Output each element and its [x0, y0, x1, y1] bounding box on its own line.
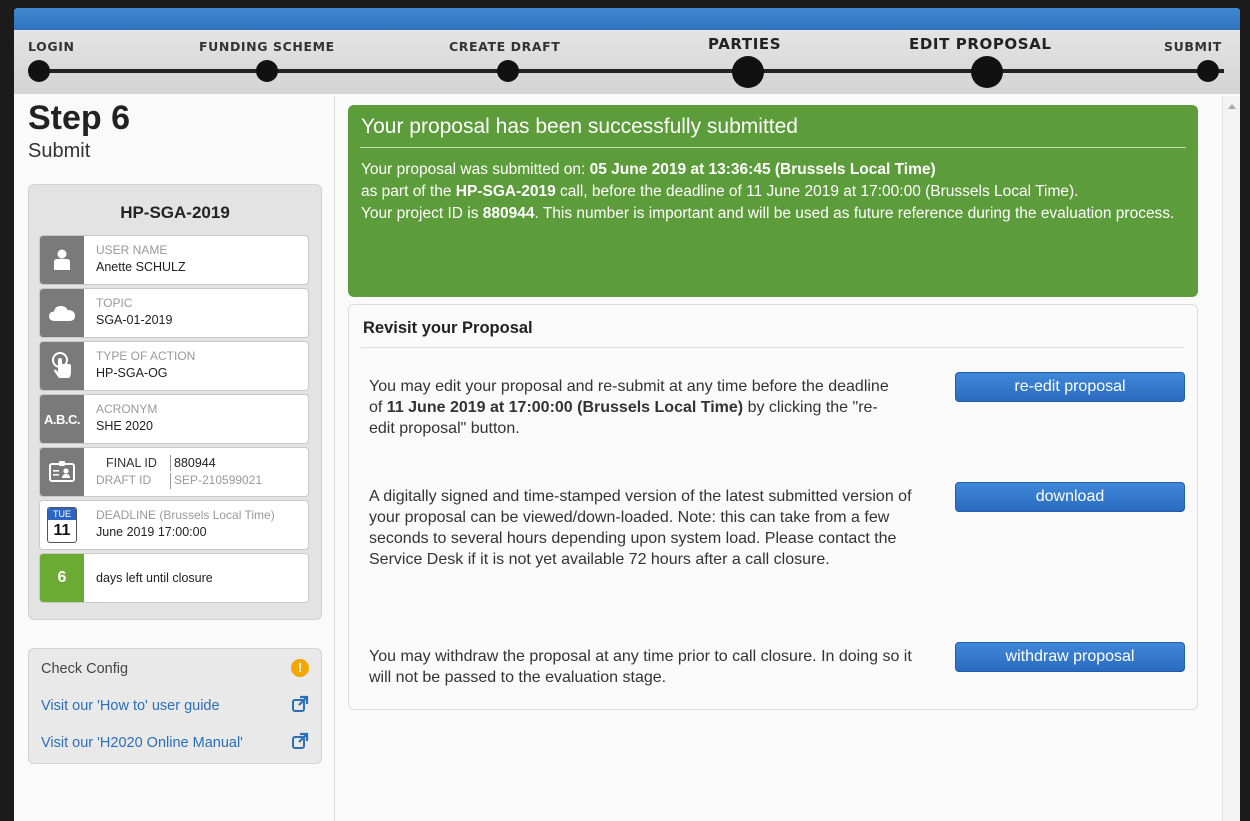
- call-id: HP-SGA-2019: [455, 183, 556, 200]
- success-title: Your proposal has been successfully subm…: [361, 115, 798, 138]
- step-marker: [28, 60, 50, 82]
- revisit-proposal-panel: Revisit your Proposal You may edit your …: [348, 304, 1198, 710]
- warning-icon[interactable]: !: [291, 659, 309, 677]
- withdraw-proposal-button[interactable]: withdraw proposal: [955, 642, 1185, 672]
- project-id-note: . This number is important and will be u…: [534, 205, 1175, 222]
- proposal-info-card: HP-SGA-2019 USER NAME Anette SCHULZ TOPI…: [28, 184, 322, 620]
- id-divider: [170, 473, 171, 489]
- topic-row: TOPIC SGA-01-2019: [39, 288, 309, 338]
- progress-stepper: LOGIN FUNDING SCHEME CREATE DRAFT PARTIE…: [14, 30, 1240, 94]
- calendar-icon: TUE 11: [40, 501, 84, 549]
- hand-pointer-icon: [40, 342, 84, 390]
- type-of-action-row: TYPE OF ACTION HP-SGA-OG: [39, 341, 309, 391]
- top-accent-bar: [14, 8, 1240, 30]
- step-label: EDIT PROPOSAL: [909, 35, 1052, 53]
- scroll-up-arrow-icon[interactable]: [1228, 104, 1236, 109]
- success-message: Your proposal was submitted on: 05 June …: [361, 159, 1186, 225]
- step-marker: [256, 60, 278, 82]
- type-of-action-label: TYPE OF ACTION: [96, 349, 196, 363]
- submitted-on-date: 05 June 2019 at 13:36:45 (Brussels Local…: [589, 161, 936, 178]
- left-panel: Step 6 Submit HP-SGA-2019 USER NAME Anet…: [28, 99, 324, 764]
- external-link-icon[interactable]: [291, 695, 309, 713]
- abc-icon: A.B.C.: [40, 395, 84, 443]
- step-marker: [497, 60, 519, 82]
- step-parties: PARTIES: [704, 30, 864, 94]
- re-edit-description: You may edit your proposal and re-submit…: [369, 376, 899, 439]
- acronym-row: A.B.C. ACRONYM SHE 2020: [39, 394, 309, 444]
- check-config-link[interactable]: Check Config: [41, 661, 128, 677]
- browser-viewport: LOGIN FUNDING SCHEME CREATE DRAFT PARTIE…: [14, 8, 1240, 821]
- step-edit-proposal: EDIT PROPOSAL: [909, 30, 1069, 94]
- deadline-value: June 2019 17:00:00: [96, 525, 207, 539]
- step-login: LOGIN: [28, 30, 188, 94]
- topic-value: SGA-01-2019: [96, 313, 173, 327]
- calendar-page: TUE 11: [47, 507, 77, 543]
- project-id: 880944: [482, 205, 535, 222]
- step-label: CREATE DRAFT: [449, 39, 561, 54]
- acronym-label: ACRONYM: [96, 402, 158, 416]
- final-id-label: FINAL ID: [106, 456, 157, 470]
- step-create-draft: CREATE DRAFT: [449, 30, 609, 94]
- column-divider: [334, 96, 335, 821]
- download-button[interactable]: download: [955, 482, 1185, 512]
- call-identifier: HP-SGA-2019: [120, 203, 230, 222]
- vertical-scrollbar[interactable]: [1222, 96, 1240, 821]
- user-name-row: USER NAME Anette SCHULZ: [39, 235, 309, 285]
- withdraw-description: You may withdraw the proposal at any tim…: [369, 648, 912, 686]
- call-text: as part of the: [361, 183, 456, 200]
- step-title: Step 6: [28, 99, 131, 137]
- draft-id-value: SEP-210599021: [174, 473, 263, 487]
- re-edit-proposal-button[interactable]: re-edit proposal: [955, 372, 1185, 402]
- abc-icon-text: A.B.C.: [44, 411, 81, 427]
- draft-id-label: DRAFT ID: [96, 473, 152, 487]
- step-label: SUBMIT: [1164, 39, 1222, 54]
- revisit-title: Revisit your Proposal: [363, 319, 533, 337]
- acronym-value: SHE 2020: [96, 419, 153, 433]
- calendar-weekday: TUE: [48, 508, 76, 520]
- project-id-text: Your project ID is: [361, 205, 483, 222]
- deadline-row: TUE 11 DEADLINE (Brussels Local Time) Ju…: [39, 500, 309, 550]
- calendar-day: 11: [53, 522, 71, 539]
- step-label: LOGIN: [28, 39, 75, 54]
- success-divider: [360, 147, 1186, 148]
- external-link-icon[interactable]: [291, 732, 309, 750]
- step-subtitle: Submit: [28, 140, 91, 162]
- step-marker: [732, 56, 764, 88]
- help-links-card: Check Config ! Visit our 'How to' user g…: [28, 648, 322, 764]
- download-description: A digitally signed and time-stamped vers…: [369, 488, 912, 568]
- user-name-value: Anette SCHULZ: [96, 260, 186, 274]
- id-divider: [170, 455, 171, 471]
- user-name-label: USER NAME: [96, 243, 168, 257]
- final-id-value: 880944: [174, 456, 216, 470]
- step-submit: SUBMIT: [1144, 30, 1240, 94]
- cloud-icon: [40, 289, 84, 337]
- step-marker: [1197, 60, 1219, 82]
- topic-label: TOPIC: [96, 296, 133, 310]
- days-left-text: days left until closure: [96, 571, 213, 585]
- step-funding-scheme: FUNDING SCHEME: [199, 30, 359, 94]
- days-left-count: 6: [40, 554, 84, 602]
- re-edit-deadline: 11 June 2019 at 17:00:00 (Brussels Local…: [386, 399, 744, 416]
- submission-success-panel: Your proposal has been successfully subm…: [348, 105, 1198, 297]
- deadline-label: DEADLINE (Brussels Local Time): [96, 508, 275, 522]
- deadline-text: call, before the deadline of 11 June 201…: [555, 183, 1079, 200]
- step-label: FUNDING SCHEME: [199, 39, 335, 54]
- ids-row: FINAL ID 880944 DRAFT ID SEP-210599021: [39, 447, 309, 497]
- step-marker: [971, 56, 1003, 88]
- online-manual-link[interactable]: Visit our 'H2020 Online Manual': [41, 735, 243, 751]
- revisit-divider: [361, 347, 1185, 348]
- id-card-icon: [40, 448, 84, 496]
- type-of-action-value: HP-SGA-OG: [96, 366, 168, 380]
- step-label: PARTIES: [708, 35, 782, 53]
- submitted-on-text: Your proposal was submitted on:: [361, 161, 590, 178]
- how-to-guide-link[interactable]: Visit our 'How to' user guide: [41, 698, 220, 714]
- user-icon: [40, 236, 84, 284]
- days-left-row: 6 days left until closure: [39, 553, 309, 603]
